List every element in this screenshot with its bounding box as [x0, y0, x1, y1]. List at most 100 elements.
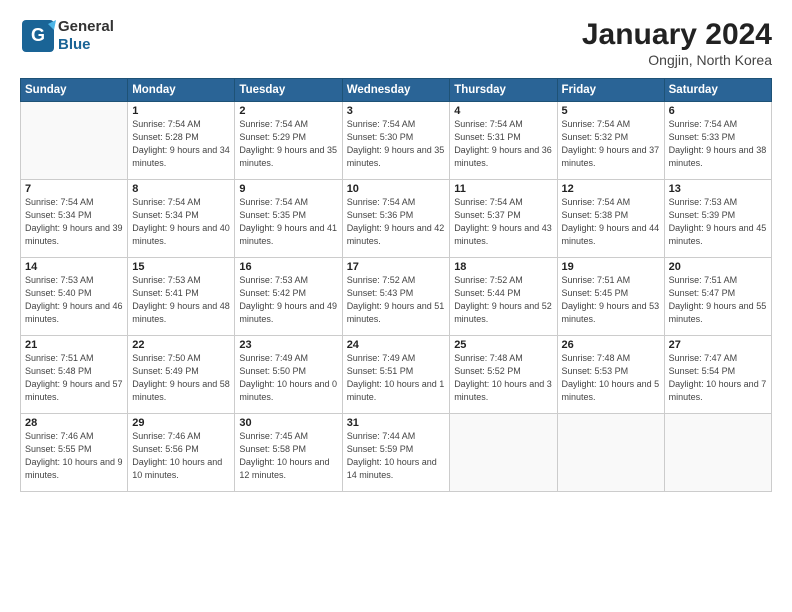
calendar-week-0: 1Sunrise: 7:54 AMSunset: 5:28 PMDaylight…: [21, 102, 772, 180]
calendar-cell: 11Sunrise: 7:54 AMSunset: 5:37 PMDayligh…: [450, 180, 557, 258]
day-info: Sunrise: 7:53 AMSunset: 5:40 PMDaylight:…: [25, 274, 123, 326]
weekday-header-thursday: Thursday: [450, 79, 557, 102]
day-number: 21: [25, 339, 123, 351]
day-number: 10: [347, 183, 446, 195]
day-info: Sunrise: 7:54 AMSunset: 5:29 PMDaylight:…: [239, 118, 337, 170]
calendar-cell: [664, 414, 771, 492]
day-info: Sunrise: 7:46 AMSunset: 5:56 PMDaylight:…: [132, 430, 230, 482]
calendar-week-2: 14Sunrise: 7:53 AMSunset: 5:40 PMDayligh…: [21, 258, 772, 336]
day-info: Sunrise: 7:54 AMSunset: 5:38 PMDaylight:…: [562, 196, 660, 248]
calendar-cell: 31Sunrise: 7:44 AMSunset: 5:59 PMDayligh…: [342, 414, 450, 492]
page: G General Blue January 2024 Ongjin, Nort…: [0, 0, 792, 612]
day-info: Sunrise: 7:48 AMSunset: 5:53 PMDaylight:…: [562, 352, 660, 404]
calendar-cell: 25Sunrise: 7:48 AMSunset: 5:52 PMDayligh…: [450, 336, 557, 414]
day-number: 22: [132, 339, 230, 351]
day-info: Sunrise: 7:54 AMSunset: 5:32 PMDaylight:…: [562, 118, 660, 170]
calendar-week-4: 28Sunrise: 7:46 AMSunset: 5:55 PMDayligh…: [21, 414, 772, 492]
calendar-cell: 28Sunrise: 7:46 AMSunset: 5:55 PMDayligh…: [21, 414, 128, 492]
calendar-cell: 5Sunrise: 7:54 AMSunset: 5:32 PMDaylight…: [557, 102, 664, 180]
weekday-header-saturday: Saturday: [664, 79, 771, 102]
day-info: Sunrise: 7:54 AMSunset: 5:30 PMDaylight:…: [347, 118, 446, 170]
day-info: Sunrise: 7:54 AMSunset: 5:31 PMDaylight:…: [454, 118, 552, 170]
day-number: 25: [454, 339, 552, 351]
calendar-cell: 19Sunrise: 7:51 AMSunset: 5:45 PMDayligh…: [557, 258, 664, 336]
calendar-cell: 8Sunrise: 7:54 AMSunset: 5:34 PMDaylight…: [128, 180, 235, 258]
calendar-table: SundayMondayTuesdayWednesdayThursdayFrid…: [20, 78, 772, 492]
calendar-week-3: 21Sunrise: 7:51 AMSunset: 5:48 PMDayligh…: [21, 336, 772, 414]
weekday-row: SundayMondayTuesdayWednesdayThursdayFrid…: [21, 79, 772, 102]
day-info: Sunrise: 7:52 AMSunset: 5:44 PMDaylight:…: [454, 274, 552, 326]
calendar-cell: 1Sunrise: 7:54 AMSunset: 5:28 PMDaylight…: [128, 102, 235, 180]
title-block: January 2024 Ongjin, North Korea: [582, 18, 772, 68]
calendar-cell: [557, 414, 664, 492]
calendar-cell: 23Sunrise: 7:49 AMSunset: 5:50 PMDayligh…: [235, 336, 342, 414]
day-info: Sunrise: 7:49 AMSunset: 5:50 PMDaylight:…: [239, 352, 337, 404]
day-info: Sunrise: 7:51 AMSunset: 5:45 PMDaylight:…: [562, 274, 660, 326]
calendar-cell: 6Sunrise: 7:54 AMSunset: 5:33 PMDaylight…: [664, 102, 771, 180]
day-number: 7: [25, 183, 123, 195]
day-number: 1: [132, 105, 230, 117]
weekday-header-sunday: Sunday: [21, 79, 128, 102]
day-info: Sunrise: 7:49 AMSunset: 5:51 PMDaylight:…: [347, 352, 446, 404]
calendar-cell: 2Sunrise: 7:54 AMSunset: 5:29 PMDaylight…: [235, 102, 342, 180]
logo-general: General: [58, 18, 114, 35]
day-number: 20: [669, 261, 767, 273]
day-info: Sunrise: 7:53 AMSunset: 5:41 PMDaylight:…: [132, 274, 230, 326]
day-number: 8: [132, 183, 230, 195]
calendar-cell: 17Sunrise: 7:52 AMSunset: 5:43 PMDayligh…: [342, 258, 450, 336]
calendar-body: 1Sunrise: 7:54 AMSunset: 5:28 PMDaylight…: [21, 102, 772, 492]
calendar-cell: 18Sunrise: 7:52 AMSunset: 5:44 PMDayligh…: [450, 258, 557, 336]
calendar-cell: 26Sunrise: 7:48 AMSunset: 5:53 PMDayligh…: [557, 336, 664, 414]
day-number: 26: [562, 339, 660, 351]
day-info: Sunrise: 7:54 AMSunset: 5:37 PMDaylight:…: [454, 196, 552, 248]
logo-blue: Blue: [58, 36, 91, 53]
day-number: 28: [25, 417, 123, 429]
day-number: 3: [347, 105, 446, 117]
day-info: Sunrise: 7:54 AMSunset: 5:34 PMDaylight:…: [132, 196, 230, 248]
calendar-cell: 21Sunrise: 7:51 AMSunset: 5:48 PMDayligh…: [21, 336, 128, 414]
calendar-cell: 12Sunrise: 7:54 AMSunset: 5:38 PMDayligh…: [557, 180, 664, 258]
calendar-cell: 20Sunrise: 7:51 AMSunset: 5:47 PMDayligh…: [664, 258, 771, 336]
day-info: Sunrise: 7:48 AMSunset: 5:52 PMDaylight:…: [454, 352, 552, 404]
title-month: January 2024: [582, 18, 772, 52]
weekday-header-monday: Monday: [128, 79, 235, 102]
calendar-cell: [450, 414, 557, 492]
day-number: 17: [347, 261, 446, 273]
day-number: 5: [562, 105, 660, 117]
title-location: Ongjin, North Korea: [582, 52, 772, 68]
calendar-cell: 27Sunrise: 7:47 AMSunset: 5:54 PMDayligh…: [664, 336, 771, 414]
day-number: 19: [562, 261, 660, 273]
calendar-cell: 14Sunrise: 7:53 AMSunset: 5:40 PMDayligh…: [21, 258, 128, 336]
calendar-cell: [21, 102, 128, 180]
header: G General Blue January 2024 Ongjin, Nort…: [20, 18, 772, 68]
day-number: 29: [132, 417, 230, 429]
logo-icon: G: [20, 18, 56, 54]
calendar-header: SundayMondayTuesdayWednesdayThursdayFrid…: [21, 79, 772, 102]
day-number: 23: [239, 339, 337, 351]
day-info: Sunrise: 7:54 AMSunset: 5:35 PMDaylight:…: [239, 196, 337, 248]
calendar-week-1: 7 Sunrise: 7:54 AMSunset: 5:34 PMDaylight…: [21, 180, 772, 258]
logo: G General Blue: [20, 18, 114, 54]
logo-text: General Blue: [58, 18, 114, 54]
svg-text:G: G: [31, 25, 45, 45]
calendar-cell: 3Sunrise: 7:54 AMSunset: 5:30 PMDaylight…: [342, 102, 450, 180]
calendar-cell: 4Sunrise: 7:54 AMSunset: 5:31 PMDaylight…: [450, 102, 557, 180]
calendar-cell: 15Sunrise: 7:53 AMSunset: 5:41 PMDayligh…: [128, 258, 235, 336]
day-info: Sunrise: 7:54 AMSunset: 5:33 PMDaylight:…: [669, 118, 767, 170]
day-info: Sunrise: 7:45 AMSunset: 5:58 PMDaylight:…: [239, 430, 337, 482]
calendar-cell: 9Sunrise: 7:54 AMSunset: 5:35 PMDaylight…: [235, 180, 342, 258]
day-number: 2: [239, 105, 337, 117]
day-info: Sunrise: 7:53 AMSunset: 5:39 PMDaylight:…: [669, 196, 767, 248]
day-info: Sunrise: 7:51 AMSunset: 5:48 PMDaylight:…: [25, 352, 123, 404]
calendar-cell: 29Sunrise: 7:46 AMSunset: 5:56 PMDayligh…: [128, 414, 235, 492]
day-info: Sunrise: 7:51 AMSunset: 5:47 PMDaylight:…: [669, 274, 767, 326]
day-info: Sunrise: 7:53 AMSunset: 5:42 PMDaylight:…: [239, 274, 337, 326]
day-number: 27: [669, 339, 767, 351]
weekday-header-friday: Friday: [557, 79, 664, 102]
day-info: Sunrise: 7:44 AMSunset: 5:59 PMDaylight:…: [347, 430, 446, 482]
calendar-cell: 22Sunrise: 7:50 AMSunset: 5:49 PMDayligh…: [128, 336, 235, 414]
weekday-header-wednesday: Wednesday: [342, 79, 450, 102]
day-number: 18: [454, 261, 552, 273]
day-number: 24: [347, 339, 446, 351]
day-info: Sunrise: 7:47 AMSunset: 5:54 PMDaylight:…: [669, 352, 767, 404]
